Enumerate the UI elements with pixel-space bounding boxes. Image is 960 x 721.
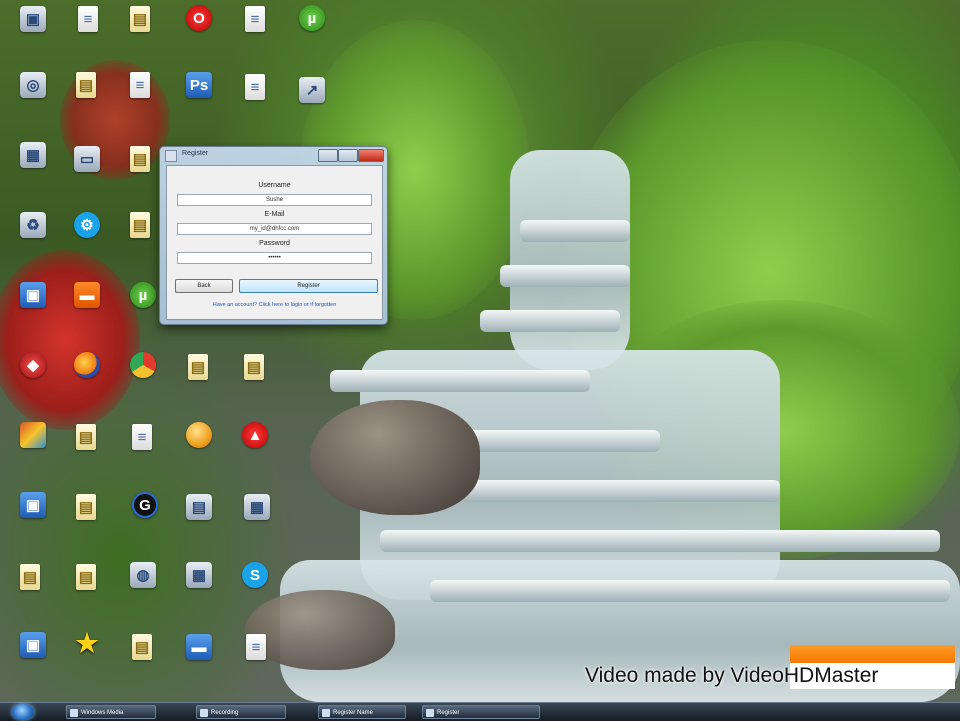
star-icon[interactable]: ★ — [74, 628, 100, 658]
register-window[interactable]: Register Username Sushe E-Mail my_id@dhf… — [159, 146, 388, 325]
app-icon[interactable]: ▦ — [244, 494, 270, 520]
taskbar: Windows Media Recording Register Name Re… — [0, 702, 960, 721]
network-icon[interactable]: ◎ — [20, 72, 46, 98]
file-icon[interactable]: ▤ — [130, 212, 150, 238]
file-icon[interactable]: ≡ — [78, 6, 98, 32]
monitor-icon[interactable]: ▭ — [74, 146, 100, 172]
app-icon[interactable]: ▤ — [186, 494, 212, 520]
recycle-bin-icon[interactable]: ♻ — [20, 212, 46, 238]
globe-icon[interactable] — [186, 422, 212, 448]
taskbar-item[interactable]: Recording — [196, 705, 286, 719]
file-icon[interactable]: ▤ — [244, 354, 264, 380]
folder-icon[interactable]: ▤ — [130, 6, 150, 32]
utility-icon[interactable]: ⚙ — [74, 212, 100, 238]
utorrent-icon[interactable]: µ — [130, 282, 156, 308]
file-icon[interactable]: ▤ — [76, 72, 96, 98]
taskbar-item[interactable]: Windows Media — [66, 705, 156, 719]
water-step — [460, 480, 780, 502]
taskbar-item[interactable]: Register — [422, 705, 540, 719]
taskbar-item[interactable]: Register Name — [318, 705, 406, 719]
file-icon[interactable]: ≡ — [246, 634, 266, 660]
opera-icon[interactable]: O — [186, 5, 212, 31]
watermark-orange-bar — [790, 645, 955, 663]
file-icon[interactable]: ≡ — [130, 72, 150, 98]
firefox-icon[interactable] — [74, 352, 100, 378]
minimize-button[interactable] — [318, 149, 338, 162]
water-step — [520, 220, 630, 242]
window-app-icon — [165, 150, 177, 162]
file-icon[interactable]: ≡ — [132, 424, 152, 450]
skype-icon[interactable]: S — [242, 562, 268, 588]
video-watermark: Video made by VideoHDMaster — [585, 664, 879, 687]
app-icon[interactable]: ◆ — [20, 352, 46, 378]
waterfall-upper — [510, 150, 630, 370]
file-icon[interactable]: ▤ — [132, 634, 152, 660]
file-icon[interactable]: ▤ — [76, 564, 96, 590]
file-icon[interactable]: ▤ — [76, 494, 96, 520]
rock — [245, 590, 395, 670]
password-field[interactable]: •••••• — [177, 252, 372, 264]
username-label: Username — [258, 182, 291, 189]
window-titlebar[interactable]: Register — [160, 147, 387, 163]
start-button[interactable] — [12, 704, 34, 720]
file-icon[interactable]: ▤ — [20, 564, 40, 590]
file-icon[interactable]: ≡ — [245, 6, 265, 32]
maximize-button[interactable] — [338, 149, 358, 162]
file-icon[interactable]: ▤ — [130, 146, 150, 172]
email-label: E-Mail — [264, 211, 285, 218]
water-step — [480, 310, 620, 332]
back-button[interactable]: Back — [175, 279, 233, 293]
system-tray[interactable] — [880, 705, 958, 719]
password-label: Password — [259, 240, 290, 247]
photoshop-icon[interactable]: Ps — [186, 72, 212, 98]
rock — [310, 400, 480, 515]
red-leaves — [0, 250, 140, 430]
register-button[interactable]: Register — [239, 279, 378, 293]
login-link[interactable]: Have an account? Click here to login or … — [167, 302, 382, 308]
shortcut-icon[interactable]: ↗ — [299, 77, 325, 103]
utorrent-icon[interactable]: µ — [299, 5, 325, 31]
app-icon[interactable]: ▬ — [186, 634, 212, 660]
username-field[interactable]: Sushe — [177, 194, 372, 206]
water-step — [430, 580, 950, 602]
water-step — [330, 370, 590, 392]
computer-icon[interactable]: ▣ — [20, 6, 46, 32]
file-icon[interactable]: ▤ — [76, 424, 96, 450]
chrome-icon[interactable] — [130, 352, 156, 378]
orange-app-icon[interactable]: ▬ — [74, 282, 100, 308]
file-icon[interactable]: ▤ — [188, 354, 208, 380]
register-form: Username Sushe E-Mail my_id@dhfcc.com Pa… — [166, 165, 383, 320]
control-panel-icon[interactable]: ▦ — [20, 142, 46, 168]
app-icon[interactable]: ▣ — [20, 492, 46, 518]
app-icon[interactable]: ▣ — [20, 632, 46, 658]
close-button[interactable] — [358, 149, 384, 162]
maps-icon[interactable] — [20, 422, 46, 448]
app-icon[interactable]: ▲ — [242, 422, 268, 448]
app-icon[interactable]: ▦ — [186, 562, 212, 588]
file-icon[interactable]: ≡ — [245, 74, 265, 100]
window-title: Register — [182, 150, 209, 157]
water-step — [380, 530, 940, 552]
email-field[interactable]: my_id@dhfcc.com — [177, 223, 372, 235]
water-step — [500, 265, 630, 287]
app-icon[interactable]: ◍ — [130, 562, 156, 588]
app-icon[interactable]: G — [132, 492, 158, 518]
app-icon[interactable]: ▣ — [20, 282, 46, 308]
desktop-wallpaper — [0, 0, 960, 702]
